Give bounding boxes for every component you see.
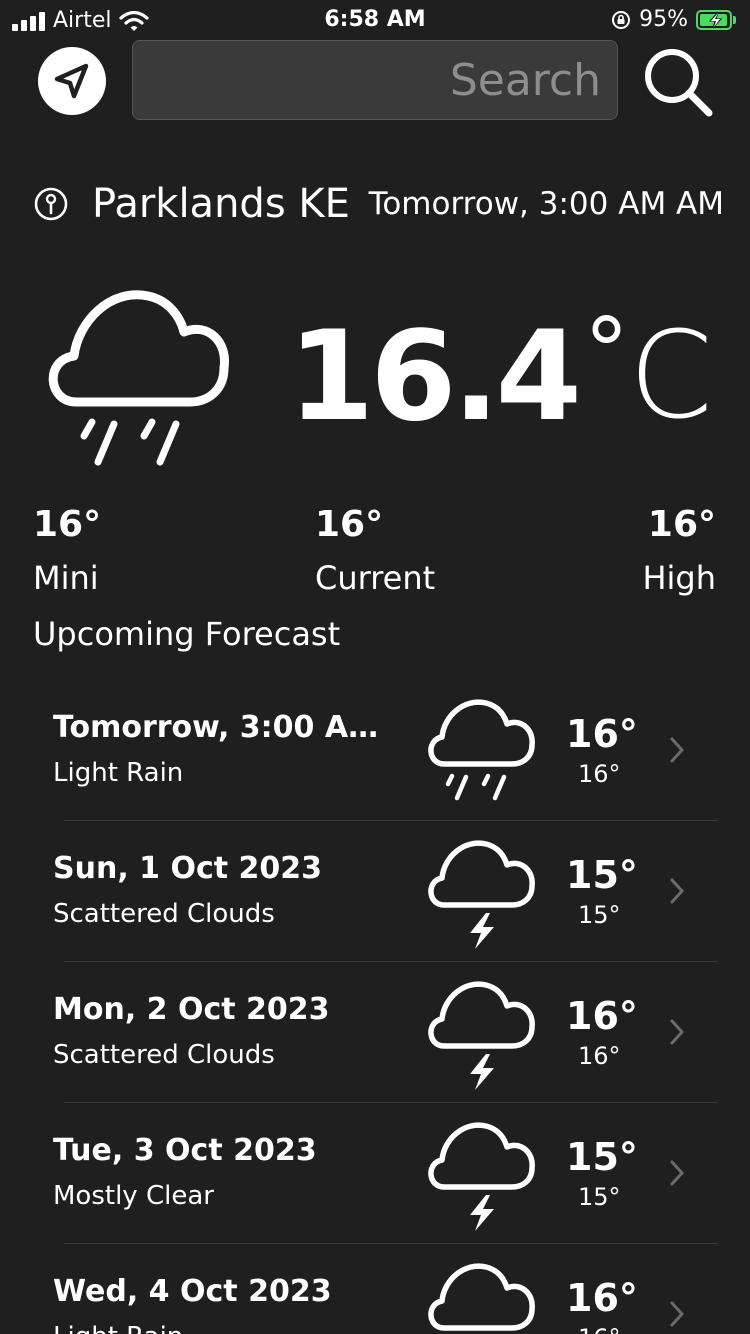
forecast-low: 16° [578,760,621,788]
forecast-row[interactable]: Tomorrow, 3:00 AM AM Light Rain 16° 16° [0,680,750,821]
cloud-lightning-icon [428,1263,535,1331]
status-bar: Airtel 6:58 AM 95% [0,0,750,40]
forecast-description: Mostly Clear [53,1181,214,1211]
degree-symbol: ° [583,299,629,404]
weather-screen: Airtel 6:58 AM 95% Search Parklands KE T… [0,0,750,1334]
cloud-lightning-icon [428,1122,535,1231]
forecast-description: Scattered Clouds [53,899,275,929]
forecast-high: 16° [566,994,638,1038]
forecast-low: 16° [578,1324,621,1334]
forecast-row[interactable]: Mon, 2 Oct 2023 Scattered Clouds 16° 16° [0,962,750,1103]
pin-icon [34,187,68,221]
forecast-low: 15° [578,1183,621,1211]
stat-current: 16° Current [315,500,435,606]
search-icon[interactable] [640,44,716,120]
battery-icon [696,9,736,30]
forecast-description: Scattered Clouds [53,1040,275,1070]
forecast-high: 15° [566,1135,638,1179]
cloud-lightning-icon [428,840,535,949]
temperature-unit: C [628,307,713,446]
orientation-lock-icon [612,10,631,29]
stat-high: 16° High [642,500,716,606]
forecast-date: Wed, 4 Oct 2023 [53,1274,332,1309]
forecast-date: Tue, 3 Oct 2023 [53,1133,317,1168]
cloud-lightning-icon [428,981,535,1090]
location-time: Tomorrow, 3:00 AM AM [368,186,724,222]
forecast-high: 16° [566,712,638,756]
search-box [132,40,618,120]
chevron-right-icon [670,1160,685,1186]
mini-value: 16° [33,504,102,545]
cloud-rain-icon [48,290,229,466]
chevron-right-icon [670,1019,685,1045]
forecast-high: 15° [566,853,638,897]
status-right: 95% [611,7,736,32]
current-label: Current [315,559,436,597]
forecast-description: Light Rain [53,1322,183,1334]
forecast-list: Tomorrow, 3:00 AM AM Light Rain 16° 16° … [0,680,750,1334]
forecast-row[interactable]: Tue, 3 Oct 2023 Mostly Clear 15° 15° [0,1103,750,1244]
high-value: 16° [647,504,716,545]
forecast-date: Tomorrow, 3:00 AM AM [53,710,393,745]
cloud-rain-icon [428,699,535,801]
forecast-low: 15° [578,901,621,929]
forecast-date: Sun, 1 Oct 2023 [53,851,323,886]
location-row: Parklands KE Tomorrow, 3:00 AM AM [34,176,724,232]
chevron-right-icon [670,878,685,904]
chevron-right-icon [670,1301,685,1327]
chevron-right-icon [670,737,685,763]
battery-percent: 95% [639,7,688,32]
forecast-low: 16° [578,1042,621,1070]
stat-mini: 16° Mini [33,500,101,606]
forecast-title: Upcoming Forecast [33,615,341,653]
current-value: 16° [315,504,384,545]
current-temperature: 16.4 ° C [288,299,713,449]
current-location-button[interactable] [38,47,106,115]
forecast-row[interactable]: Sun, 1 Oct 2023 Scattered Clouds 15° 15° [0,821,750,962]
forecast-high: 16° [566,1276,638,1320]
search-input[interactable] [133,41,617,119]
mini-label: Mini [33,559,99,597]
forecast-date: Mon, 2 Oct 2023 [53,992,330,1027]
forecast-row[interactable]: Wed, 4 Oct 2023 Light Rain 16° 16° [0,1244,750,1334]
forecast-description: Light Rain [53,758,184,788]
temperature-value: 16.4 [288,305,582,449]
location-name: Parklands KE [92,181,350,227]
location-arrow-icon [54,63,89,99]
high-label: High [642,559,716,597]
